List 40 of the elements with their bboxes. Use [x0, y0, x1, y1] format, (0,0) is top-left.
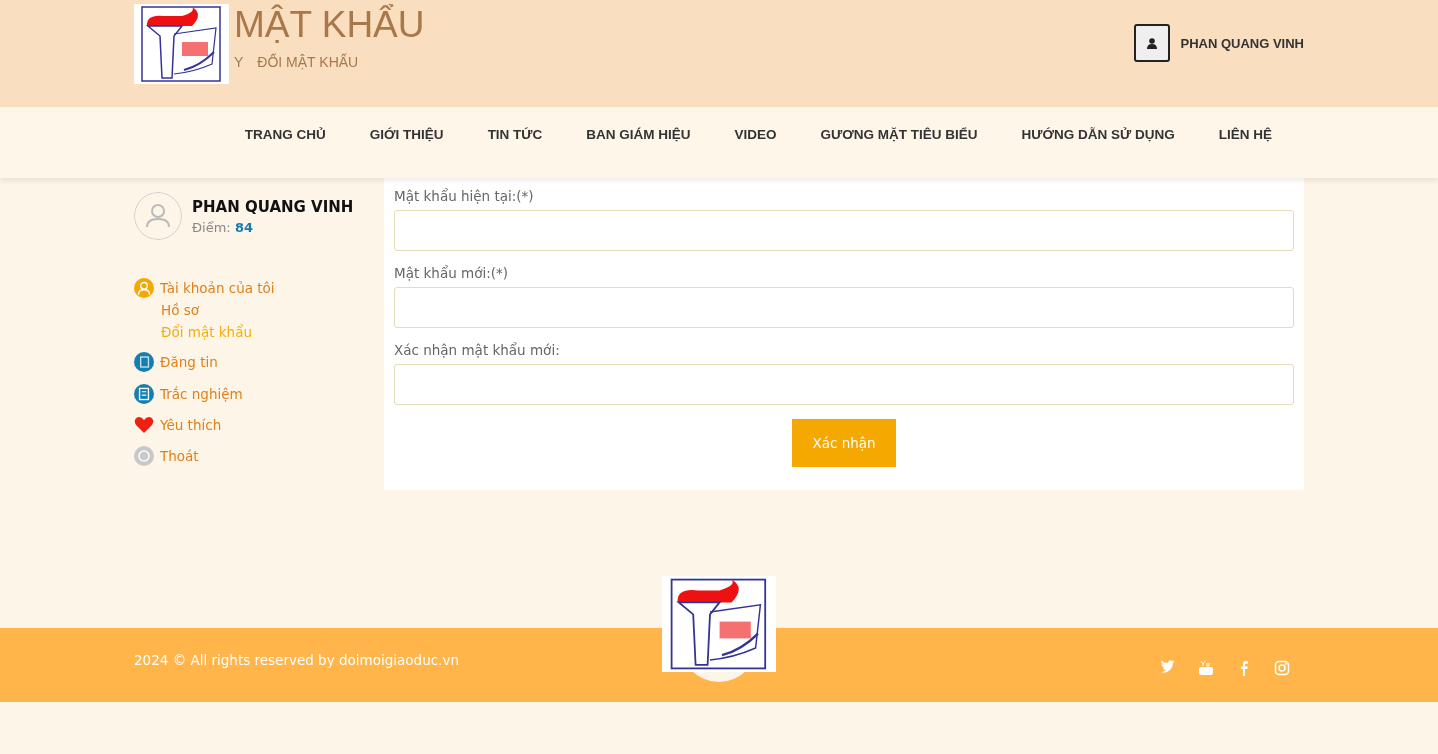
profile-name: PHAN QUANG VINH: [192, 198, 354, 216]
password-field[interactable]: [394, 210, 1294, 251]
user-button[interactable]: [1134, 24, 1171, 62]
heart-icon: [134, 416, 154, 434]
instagram-icon[interactable]: [1274, 660, 1290, 676]
sidebar-item[interactable]: Thoát: [160, 448, 199, 464]
breadcrumb-item[interactable]: Y: [234, 54, 244, 70]
copyright-text: 2024 © All rights reserved by doimoigiaoduc.vn: [134, 652, 459, 668]
sidebar-item[interactable]: Yêu thích: [160, 417, 222, 433]
points-text: Điểm: 84: [192, 220, 254, 235]
nav-link[interactable]: TIN TỨC: [465, 107, 565, 163]
account-icon: [134, 278, 154, 298]
sidebar-subitem[interactable]: Đổi mật khẩu: [161, 324, 252, 340]
password-field[interactable]: [394, 287, 1294, 328]
breadcrumb-item[interactable]: ĐỔI MẬT KHẨU: [257, 54, 359, 70]
sidebar-subitem[interactable]: Hồ sơ: [161, 302, 199, 318]
nav-link[interactable]: GIỚI THIỆU: [347, 107, 466, 163]
nav-link[interactable]: VIDEO: [712, 107, 799, 163]
sidebar-item[interactable]: Trắc nghiệm: [160, 386, 243, 402]
twitter-icon[interactable]: [1160, 660, 1176, 676]
power-icon: [134, 446, 154, 466]
nav-link[interactable]: HƯỚNG DẪN SỬ DỤNG: [999, 107, 1197, 163]
nav-link[interactable]: GƯƠNG MẶT TIÊU BIỂU: [798, 107, 1000, 163]
document-icon: [134, 352, 154, 372]
field-label: Xác nhận mật khẩu mới:: [394, 342, 561, 358]
nav-link[interactable]: BAN GIÁM HIỆU: [564, 107, 713, 163]
nav-link[interactable]: LIÊN HỆ: [1196, 107, 1294, 163]
user-name[interactable]: PHAN QUANG VINH: [1180, 35, 1304, 51]
checklist-icon: [134, 384, 154, 404]
sidebar-item[interactable]: Tài khoản của tôi: [160, 280, 275, 296]
user-icon: [1147, 37, 1158, 49]
password-field[interactable]: [394, 364, 1294, 405]
youtube-icon[interactable]: [1198, 660, 1214, 676]
field-label: Mật khẩu hiện tại:(*): [394, 188, 535, 204]
confirm-button[interactable]: Xác nhận: [792, 419, 896, 467]
sidebar-item[interactable]: Đăng tin: [160, 354, 218, 370]
nav-link[interactable]: TRANG CHỦ: [222, 107, 348, 163]
field-label: Mật khẩu mới:(*): [394, 265, 509, 281]
avatar-icon: [134, 192, 182, 240]
page-title: MẬT KHẨU: [234, 4, 425, 46]
